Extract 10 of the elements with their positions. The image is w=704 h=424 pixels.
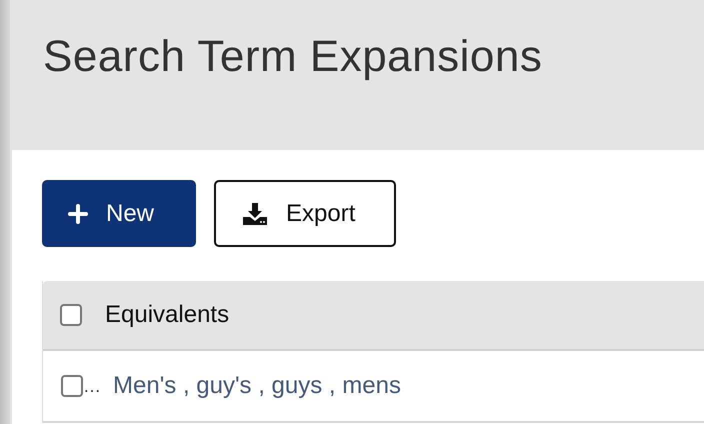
plus-icon — [68, 204, 88, 224]
column-header: Equivalents — [105, 301, 230, 329]
row-checkbox[interactable] — [61, 375, 83, 397]
table-cell: Men's , guy's , guys , mens — [113, 372, 401, 400]
ellipsis: … — [83, 376, 101, 396]
export-button[interactable]: Export — [214, 180, 396, 247]
select-all-checkbox[interactable] — [60, 304, 82, 326]
download-icon — [242, 202, 268, 226]
new-button[interactable]: New — [42, 180, 196, 247]
page-title: Search Term Expansions — [43, 32, 544, 83]
